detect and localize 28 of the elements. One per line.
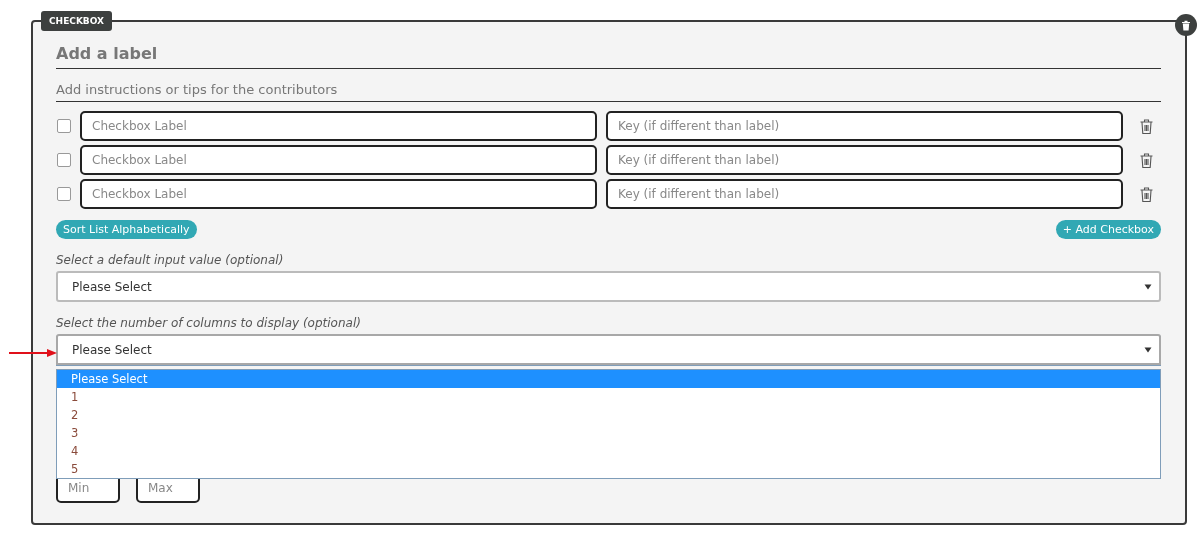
checkbox[interactable] [57,119,71,133]
label-input[interactable]: Checkbox Label [80,111,597,141]
delete-button[interactable] [1175,14,1197,36]
checkbox[interactable] [57,153,71,167]
label-input[interactable]: Checkbox Label [80,179,597,209]
key-input[interactable]: Key (if different than label) [606,179,1123,209]
label-input[interactable]: Checkbox Label [80,145,597,175]
columns-select[interactable]: Please Select [56,334,1161,365]
trash-icon[interactable] [1140,186,1153,202]
trash-icon[interactable] [1140,152,1153,168]
field-label: Select a default input value (optional) [56,253,285,267]
key-input[interactable]: Key (if different than label) [606,111,1123,141]
dropdown-option[interactable]: 2 [57,406,1160,424]
caret-icon [1144,283,1152,290]
caret-icon [1144,346,1152,353]
trash-icon[interactable] [1140,118,1153,134]
field-label: Select the number of columns to display (optional) [56,316,362,330]
dropdown-option[interactable]: 3 [57,424,1160,442]
default-value-select[interactable]: Please Select [56,271,1161,302]
dropdown-option[interactable]: 4 [57,442,1160,460]
title-field[interactable]: Add a label [56,44,1161,69]
badge: CHECKBOX [41,11,112,31]
instructions-field[interactable]: Add instructions or tips for the contributors [56,82,1161,102]
dropdown-option[interactable]: 1 [57,388,1160,406]
arrow-drawing [9,349,57,357]
trash-icon [1181,19,1191,31]
key-input[interactable]: Key (if different than label) [606,145,1123,175]
checkbox[interactable] [57,187,71,201]
